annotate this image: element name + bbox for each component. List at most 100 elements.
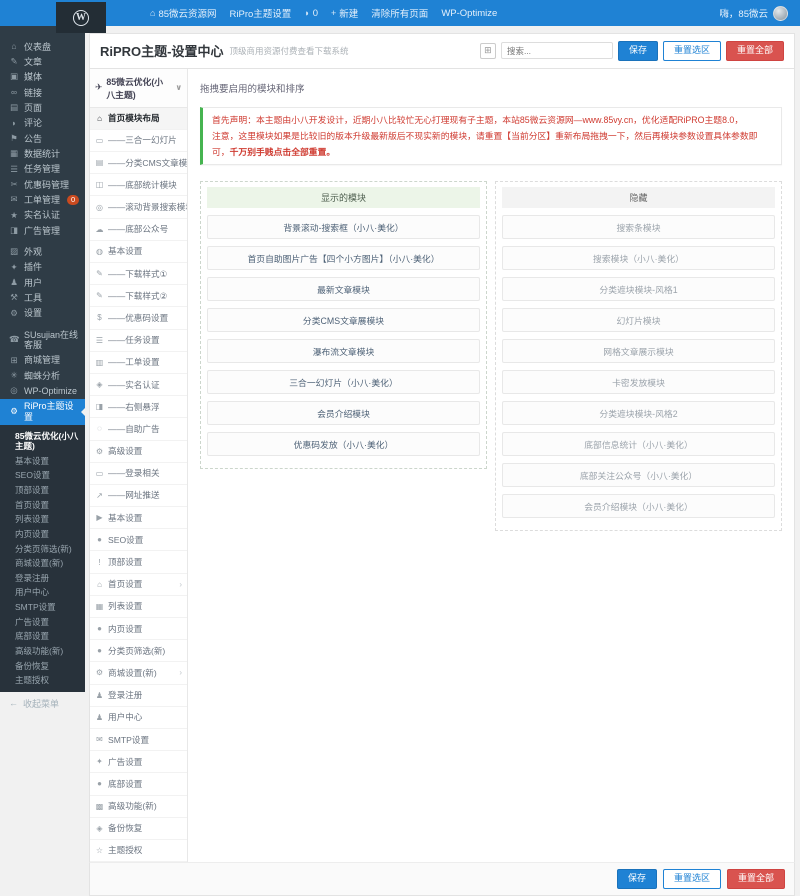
- sidebar-submenu-item[interactable]: 备份恢复: [0, 659, 85, 674]
- sidebar-item[interactable]: ★ 实名认证: [0, 208, 85, 223]
- module-item[interactable]: 会员介绍模块（小八·美化）: [502, 494, 775, 519]
- settings-nav-item[interactable]: ● 分类页筛选(新): [90, 640, 187, 663]
- sidebar-item[interactable]: ⚑ 公告: [0, 131, 85, 146]
- sidebar-item-ripro-settings[interactable]: ⚙ RiPro主题设置: [0, 398, 85, 425]
- settings-nav-item[interactable]: ☰ ——任务设置: [90, 329, 187, 352]
- sidebar-item[interactable]: ✎ 文章: [0, 54, 85, 69]
- admin-bar-new-button[interactable]: + 新建: [331, 6, 358, 20]
- sidebar-submenu-item[interactable]: 列表设置: [0, 512, 85, 527]
- sidebar-submenu-item[interactable]: 内页设置: [0, 527, 85, 542]
- sidebar-item[interactable]: ✳ 蜘蛛分析: [0, 368, 85, 383]
- settings-nav-item[interactable]: ▦ 列表设置: [90, 595, 187, 618]
- expand-all-button[interactable]: ⊞: [479, 42, 496, 59]
- sidebar-item[interactable]: ◨ 广告管理: [0, 223, 85, 238]
- sidebar-item[interactable]: ▤ 页面: [0, 100, 85, 115]
- sidebar-submenu-item[interactable]: 底部设置: [0, 629, 85, 644]
- settings-nav-item[interactable]: ▥ ——工单设置: [90, 351, 187, 374]
- sidebar-item[interactable]: ⚒ 工具: [0, 291, 85, 306]
- search-input[interactable]: [500, 42, 613, 60]
- module-item[interactable]: 瀑布流文章模块: [207, 339, 480, 364]
- settings-nav-item[interactable]: ☆ 主题授权: [90, 839, 187, 863]
- sidebar-submenu-item[interactable]: 商城设置(新): [0, 556, 85, 571]
- sidebar-item[interactable]: ▣ 媒体: [0, 70, 85, 85]
- settings-nav-item[interactable]: ☁ ——底部公众号: [90, 218, 187, 241]
- sidebar-submenu-item[interactable]: 分类页筛选(新): [0, 542, 85, 557]
- module-item[interactable]: 幻灯片模块: [502, 308, 775, 333]
- settings-nav-item[interactable]: ✎ ——下载样式②: [90, 285, 187, 308]
- settings-nav-item[interactable]: ↗ ——网址推送: [90, 484, 187, 508]
- settings-nav-item[interactable]: $ ——优惠码设置: [90, 307, 187, 330]
- module-item[interactable]: 底部关注公众号（小八·美化）: [502, 463, 775, 488]
- settings-nav-item[interactable]: ✦ 广告设置: [90, 751, 187, 774]
- module-item[interactable]: 优惠码发放（小八·美化）: [207, 432, 480, 457]
- settings-nav-item[interactable]: ◈ ——实名认证: [90, 373, 187, 397]
- admin-bar-theme-settings-link[interactable]: RiPro主题设置: [230, 6, 292, 20]
- sidebar-item[interactable]: ▦ 数据统计: [0, 146, 85, 161]
- settings-nav-item[interactable]: ▶ 基本设置: [90, 507, 187, 530]
- sidebar-submenu-item[interactable]: 基本设置: [0, 454, 85, 469]
- collapse-menu-button[interactable]: ← 收起菜单: [0, 692, 85, 715]
- sidebar-item[interactable]: ✂ 优惠码管理: [0, 177, 85, 192]
- sidebar-submenu-item[interactable]: 主题授权: [0, 673, 85, 688]
- sidebar-item[interactable]: ⊞ 商城管理: [0, 353, 85, 368]
- sidebar-item[interactable]: ▨ 外观: [0, 244, 85, 259]
- sidebar-submenu-item[interactable]: 登录注册: [0, 571, 85, 586]
- settings-nav-item[interactable]: ⌂ 首页模块布局: [90, 107, 187, 130]
- sidebar-item[interactable]: ☎ SUsujian在线客服: [0, 327, 85, 353]
- reset-section-button[interactable]: 重置选区: [662, 869, 721, 889]
- module-item[interactable]: 三合一幻灯片（小八·美化）: [207, 370, 480, 395]
- settings-nav-item[interactable]: ◌ ——自助广告: [90, 418, 187, 441]
- sidebar-submenu-item[interactable]: 用户中心: [0, 585, 85, 600]
- sidebar-item[interactable]: ∞ 链接: [0, 85, 85, 100]
- module-item[interactable]: 网格文章展示模块: [502, 339, 775, 364]
- sidebar-item[interactable]: ⚙ 设置: [0, 306, 85, 321]
- settings-nav-item[interactable]: ▩ 高级功能(新): [90, 795, 187, 818]
- module-item[interactable]: 搜索模块（小八·美化）: [502, 246, 775, 271]
- module-item[interactable]: 底部信息统计（小八·美化）: [502, 432, 775, 457]
- module-item[interactable]: 分类遮块模块-风格2: [502, 401, 775, 426]
- sidebar-submenu-item[interactable]: 85微云优化(小八主题): [0, 429, 85, 454]
- settings-nav-header[interactable]: ✈ 85微云优化(小八主题) ∨: [90, 68, 187, 108]
- module-item[interactable]: 分类遮块模块-风格1: [502, 277, 775, 302]
- settings-nav-item[interactable]: ▤ ——分类CMS文章模块: [90, 152, 187, 175]
- settings-nav-item[interactable]: ▭ ——登录相关: [90, 462, 187, 485]
- settings-nav-item[interactable]: ⚙ 高级设置: [90, 440, 187, 463]
- settings-nav-item[interactable]: ♟ 登录注册: [90, 684, 187, 707]
- settings-nav-item[interactable]: ✉ SMTP设置: [90, 728, 187, 752]
- module-item[interactable]: 卡密发放模块: [502, 370, 775, 395]
- settings-nav-item[interactable]: ● 内页设置: [90, 618, 187, 641]
- settings-nav-item[interactable]: ● SEO设置: [90, 529, 187, 552]
- settings-nav-item[interactable]: ! 顶部设置: [90, 551, 187, 574]
- module-item[interactable]: 分类CMS文章展模块: [207, 308, 480, 333]
- admin-bar-comments[interactable]: ◗ 0: [304, 8, 318, 19]
- settings-nav-item[interactable]: ◫ ——底部统计模块: [90, 174, 187, 197]
- sidebar-item[interactable]: ◎ WP-Optimize: [0, 384, 85, 399]
- module-item[interactable]: 首页自助图片广告【四个小方图片】（小八·美化）: [207, 246, 480, 271]
- settings-nav-item[interactable]: ◨ ——右侧悬浮: [90, 396, 187, 419]
- sidebar-item[interactable]: ◗ 评论: [0, 116, 85, 131]
- module-item[interactable]: 背景滚动-搜索框（小八·美化）: [207, 215, 480, 240]
- admin-bar-site-link[interactable]: ⌂ 85微云资源网: [150, 6, 217, 20]
- module-item[interactable]: 搜索条模块: [502, 215, 775, 240]
- settings-nav-item[interactable]: ⚙ 商城设置(新) ›: [90, 662, 187, 685]
- settings-nav-item[interactable]: ● 底部设置: [90, 773, 187, 796]
- save-button[interactable]: 保存: [616, 869, 657, 889]
- sidebar-submenu-item[interactable]: 顶部设置: [0, 483, 85, 498]
- module-item[interactable]: 会员介绍模块: [207, 401, 480, 426]
- reset-section-button[interactable]: 重置选区: [662, 41, 721, 61]
- sidebar-item[interactable]: ⌂ 仪表盘: [0, 39, 85, 54]
- settings-nav-item[interactable]: ✎ ——下载样式①: [90, 263, 187, 286]
- sidebar-item[interactable]: ♟ 用户: [0, 275, 85, 290]
- sidebar-submenu-item[interactable]: 高级功能(新): [0, 644, 85, 659]
- admin-bar-wp-optimize-link[interactable]: WP-Optimize: [441, 8, 497, 19]
- settings-nav-item[interactable]: ◍ 基本设置: [90, 240, 187, 263]
- sidebar-item[interactable]: ☰ 任务管理: [0, 162, 85, 177]
- sidebar-submenu-item[interactable]: SEO设置: [0, 468, 85, 483]
- reset-all-button[interactable]: 重置全部: [725, 41, 784, 61]
- sidebar-submenu-item[interactable]: 首页设置: [0, 498, 85, 513]
- settings-nav-item[interactable]: ⌂ 首页设置 ›: [90, 573, 187, 596]
- admin-bar-account[interactable]: 嗨，85微云: [719, 5, 788, 21]
- admin-bar-clear-pages-button[interactable]: 清除所有页面: [371, 6, 428, 20]
- reset-all-button[interactable]: 重置全部: [726, 869, 785, 889]
- settings-nav-item[interactable]: ◈ 备份恢复: [90, 817, 187, 840]
